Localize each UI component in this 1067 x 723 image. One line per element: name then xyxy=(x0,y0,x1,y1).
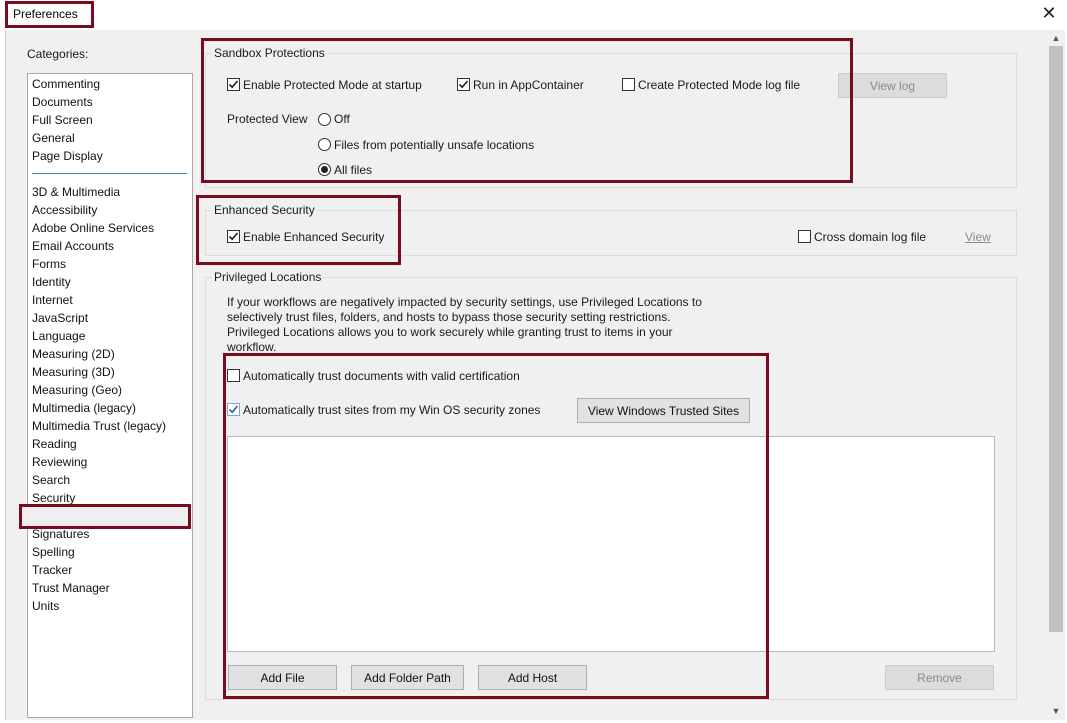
category-item-email-accounts[interactable]: Email Accounts xyxy=(32,238,114,254)
category-item-reading[interactable]: Reading xyxy=(32,436,77,452)
category-item-language[interactable]: Language xyxy=(32,328,85,344)
chevron-up-icon[interactable]: ▲ xyxy=(1047,31,1065,45)
category-separator xyxy=(32,173,187,174)
protected-view-all-label: All files xyxy=(334,163,373,177)
enable-enhanced-security-checkbox[interactable] xyxy=(227,230,240,243)
scrollbar-thumb[interactable] xyxy=(1049,46,1063,632)
category-item-multimedia-trust-legacy[interactable]: Multimedia Trust (legacy) xyxy=(32,418,166,434)
enhanced-security-legend: Enhanced Security xyxy=(212,203,317,217)
category-item-trust-manager[interactable]: Trust Manager xyxy=(32,580,110,596)
add-host-button[interactable]: Add Host xyxy=(478,665,587,690)
protected-view-unsafe-label: Files from potentially unsafe locations xyxy=(334,138,535,152)
category-item-measuring-geo[interactable]: Measuring (Geo) xyxy=(32,382,122,398)
category-item-forms[interactable]: Forms xyxy=(32,256,66,272)
category-item-3d-multimedia[interactable]: 3D & Multimedia xyxy=(32,184,120,200)
category-item-units[interactable]: Units xyxy=(32,598,59,614)
protected-view-unsafe-radio[interactable] xyxy=(318,138,331,151)
radio-selected-dot xyxy=(321,166,328,173)
category-item-commenting[interactable]: Commenting xyxy=(32,76,100,92)
checkmark-icon xyxy=(458,80,469,89)
categories-list[interactable]: Commenting Documents Full Screen General Pag… xyxy=(27,73,193,718)
protected-view-label: Protected View xyxy=(227,112,308,126)
cross-domain-log-checkbox[interactable] xyxy=(798,230,811,243)
category-item-spelling[interactable]: Spelling xyxy=(32,544,75,560)
trust-certification-checkbox[interactable] xyxy=(227,369,240,382)
privileged-locations-legend: Privileged Locations xyxy=(212,270,324,284)
protected-mode-checkbox[interactable] xyxy=(227,78,240,91)
category-item-search[interactable]: Search xyxy=(32,472,70,488)
appcontainer-checkbox[interactable] xyxy=(457,78,470,91)
checkmark-icon xyxy=(228,405,239,414)
checkmark-icon xyxy=(228,80,239,89)
add-file-button[interactable]: Add File xyxy=(228,665,337,690)
category-item-measuring-2d[interactable]: Measuring (2D) xyxy=(32,346,115,362)
protected-view-off-radio[interactable] xyxy=(318,113,331,126)
sandbox-protections-legend: Sandbox Protections xyxy=(212,46,327,60)
category-item-accessibility[interactable]: Accessibility xyxy=(32,202,97,218)
cross-domain-log-label: Cross domain log file xyxy=(814,230,927,244)
remove-button[interactable]: Remove xyxy=(885,665,994,690)
close-icon[interactable]: ✕ xyxy=(1040,4,1058,22)
checkmark-icon xyxy=(228,232,239,241)
category-item-javascript[interactable]: JavaScript xyxy=(32,310,88,326)
protected-mode-log-checkbox[interactable] xyxy=(622,78,635,91)
category-item-multimedia-legacy[interactable]: Multimedia (legacy) xyxy=(32,400,136,416)
selected-category-highlight xyxy=(19,504,191,529)
category-item-adobe-online-services[interactable]: Adobe Online Services xyxy=(32,220,154,236)
chevron-down-icon[interactable]: ▼ xyxy=(1047,704,1065,718)
category-item-documents[interactable]: Documents xyxy=(32,94,93,110)
appcontainer-label: Run in AppContainer xyxy=(473,78,584,92)
trust-certification-label: Automatically trust documents with valid… xyxy=(243,369,520,383)
trust-sites-label: Automatically trust sites from my Win OS… xyxy=(243,403,541,417)
category-item-page-display[interactable]: Page Display xyxy=(32,148,103,164)
view-windows-trusted-sites-button[interactable]: View Windows Trusted Sites xyxy=(577,398,750,423)
window-title: Preferences xyxy=(13,7,78,21)
add-folder-path-button[interactable]: Add Folder Path xyxy=(351,665,464,690)
category-item-general[interactable]: General xyxy=(32,130,75,146)
cross-domain-view-link[interactable]: View xyxy=(965,230,991,244)
protected-view-off-label: Off xyxy=(334,112,350,126)
categories-label: Categories: xyxy=(27,47,89,61)
privileged-locations-description: If your workflows are negatively impacte… xyxy=(227,295,702,354)
category-item-reviewing[interactable]: Reviewing xyxy=(32,454,87,470)
protected-mode-log-label: Create Protected Mode log file xyxy=(638,78,801,92)
enable-enhanced-security-label: Enable Enhanced Security xyxy=(243,230,385,244)
category-item-internet[interactable]: Internet xyxy=(32,292,73,308)
trust-sites-checkbox[interactable] xyxy=(227,403,240,416)
category-item-identity[interactable]: Identity xyxy=(32,274,71,290)
category-item-full-screen[interactable]: Full Screen xyxy=(32,112,93,128)
view-log-button[interactable]: View log xyxy=(838,73,947,98)
category-item-tracker[interactable]: Tracker xyxy=(32,562,72,578)
category-item-measuring-3d[interactable]: Measuring (3D) xyxy=(32,364,115,380)
privileged-locations-list[interactable] xyxy=(227,436,995,652)
protected-mode-label: Enable Protected Mode at startup xyxy=(243,78,422,92)
protected-view-all-radio[interactable] xyxy=(318,163,331,176)
